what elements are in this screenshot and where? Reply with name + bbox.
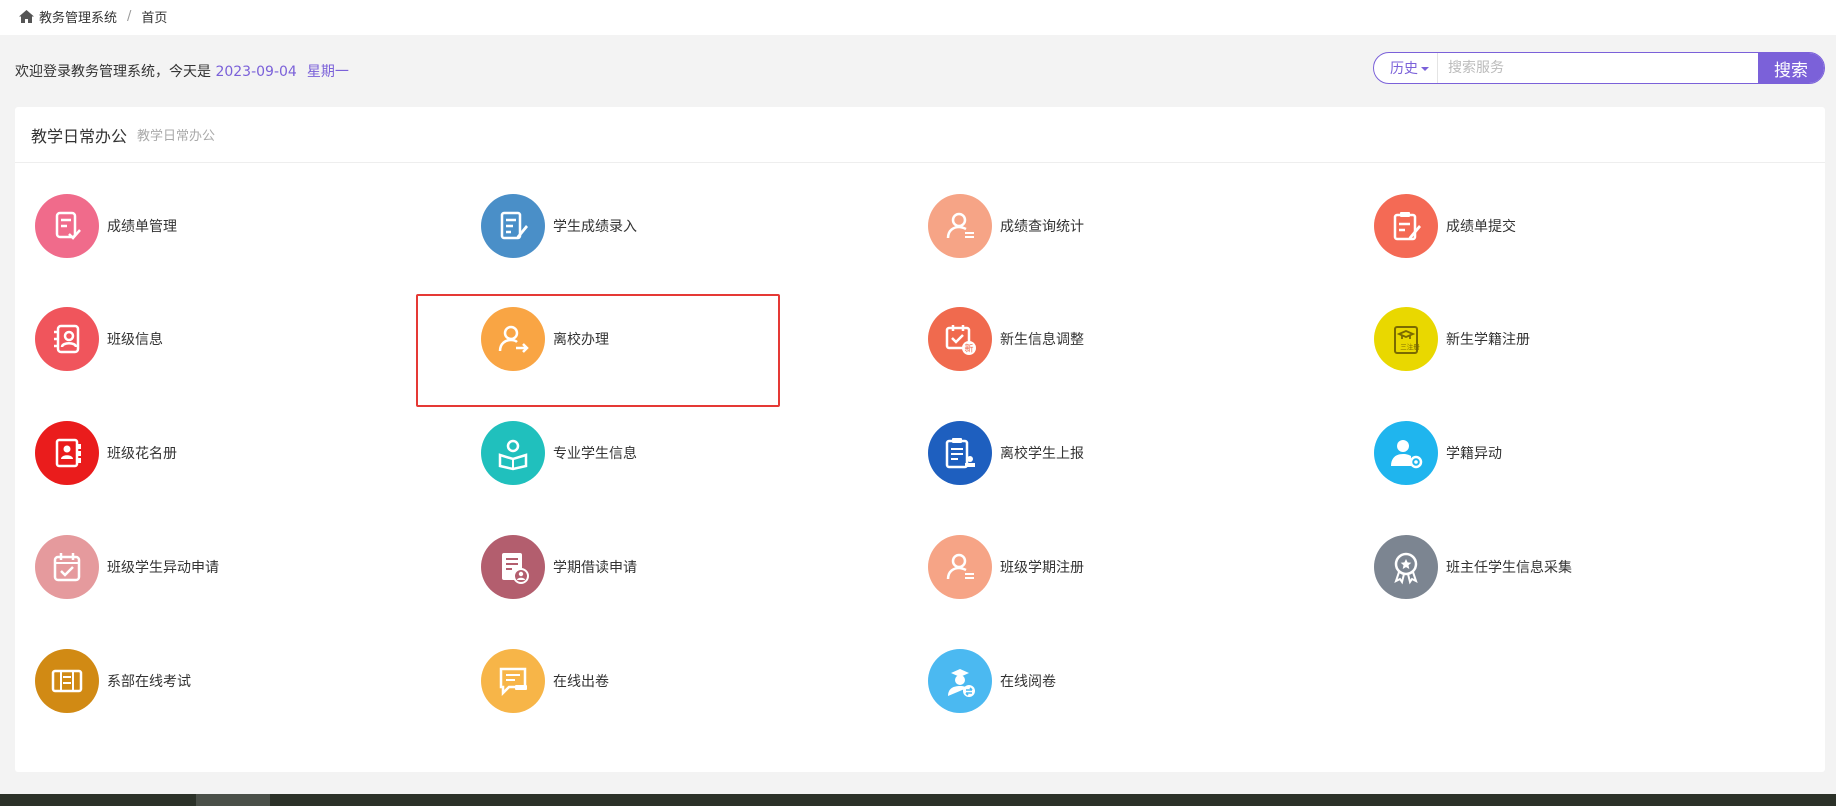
top-bar: 教务管理系统 / 首页 [0, 0, 1836, 35]
service-tile-label: 离校学生上报 [1000, 446, 1084, 462]
student-book-icon [481, 421, 545, 485]
search-button[interactable]: 搜索 [1758, 53, 1824, 83]
service-tile[interactable]: 系部在线考试 [35, 646, 395, 716]
service-tile-label: 学期借读申请 [553, 560, 637, 576]
graduation-register-icon: 三注册 [1374, 307, 1438, 371]
award-badge-icon [1374, 535, 1438, 599]
report-check-icon [35, 194, 99, 258]
service-tile-label: 系部在线考试 [107, 674, 191, 690]
service-tile-label: 班级学期注册 [1000, 560, 1084, 576]
document-person-icon [481, 535, 545, 599]
service-tile[interactable]: 班级花名册 [35, 418, 395, 488]
search-input[interactable] [1438, 53, 1758, 83]
caret-down-icon [1421, 67, 1429, 71]
history-label: 历史 [1390, 61, 1418, 77]
user-list-icon [928, 535, 992, 599]
chat-pencil-icon [481, 649, 545, 713]
service-tile[interactable]: 新 新生信息调整 [928, 304, 1288, 374]
welcome-message: 欢迎登录教务管理系统，今天是 2023-09-04 星期一 [15, 61, 349, 81]
welcome-prefix: 欢迎登录教务管理系统，今天是 [15, 64, 216, 80]
service-tile[interactable]: 班级学生异动申请 [35, 532, 395, 602]
clipboard-stamp-icon [928, 421, 992, 485]
service-tile-label: 学籍异动 [1446, 446, 1502, 462]
welcome-weekday: 星期一 [306, 64, 349, 80]
service-tile[interactable]: 在线阅卷 [928, 646, 1288, 716]
service-tile[interactable]: 班级学期注册 [928, 532, 1288, 602]
svg-text:三注册: 三注册 [1400, 342, 1420, 351]
service-tile[interactable]: 专业学生信息 [481, 418, 841, 488]
taskbar-item[interactable] [196, 794, 270, 806]
welcome-date: 2023-09-04 [215, 64, 297, 80]
contact-card-icon [35, 307, 99, 371]
service-tile-label: 成绩单提交 [1446, 219, 1516, 235]
service-tile-label: 班级花名册 [107, 446, 177, 462]
breadcrumb-current: 首页 [141, 10, 168, 26]
service-tile-label: 新生信息调整 [1000, 332, 1084, 348]
service-tile-label: 班主任学生信息采集 [1446, 560, 1572, 576]
taskbar [0, 794, 1836, 806]
service-tile[interactable]: 成绩单管理 [35, 191, 395, 261]
breadcrumb: 教务管理系统 / 首页 [18, 6, 167, 26]
service-tile[interactable]: 学生成绩录入 [481, 191, 841, 261]
service-tile-label: 专业学生信息 [553, 446, 637, 462]
service-tile[interactable]: 三注册 新生学籍注册 [1374, 304, 1734, 374]
service-tile[interactable]: 成绩查询统计 [928, 191, 1288, 261]
document-edit-icon [481, 194, 545, 258]
clipboard-edit-icon [1374, 194, 1438, 258]
service-tile-label: 成绩查询统计 [1000, 219, 1084, 235]
svg-text:新: 新 [964, 343, 973, 355]
service-tile[interactable]: 班主任学生信息采集 [1374, 532, 1734, 602]
service-tile-label: 离校办理 [553, 332, 609, 348]
service-tile[interactable]: 学籍异动 [1374, 418, 1734, 488]
service-tile-label: 学生成绩录入 [553, 219, 637, 235]
panel-title: 教学日常办公 [31, 126, 128, 146]
search-box: 历史 搜索 [1373, 52, 1825, 84]
history-dropdown[interactable]: 历史 [1374, 53, 1438, 83]
service-tile-label: 在线阅卷 [1000, 674, 1056, 690]
calendar-check-icon [35, 535, 99, 599]
breadcrumb-separator: / [127, 8, 132, 24]
user-gear-icon [1374, 421, 1438, 485]
user-list-icon [928, 194, 992, 258]
user-leave-icon [481, 307, 545, 371]
teacher-exchange-icon [928, 649, 992, 713]
exam-paper-icon [35, 649, 99, 713]
service-tile[interactable]: 离校学生上报 [928, 418, 1288, 488]
service-tile-label: 班级学生异动申请 [107, 560, 219, 576]
calendar-new-icon: 新 [928, 307, 992, 371]
breadcrumb-system[interactable]: 教务管理系统 [39, 7, 117, 26]
roster-book-icon [35, 421, 99, 485]
service-tile[interactable]: 离校办理 [481, 304, 841, 374]
home-icon[interactable] [18, 9, 35, 24]
service-tile[interactable]: 班级信息 [35, 304, 395, 374]
service-tile-label: 班级信息 [107, 332, 163, 348]
service-tile[interactable]: 学期借读申请 [481, 532, 841, 602]
service-tile[interactable]: 在线出卷 [481, 646, 841, 716]
daily-office-panel: 教学日常办公 教学日常办公 成绩单管理 学生成绩录入 成绩查询统计 成绩单提交班级信息… [15, 107, 1825, 772]
service-tile-label: 在线出卷 [553, 674, 609, 690]
service-tile-label: 成绩单管理 [107, 219, 177, 235]
panel-subtitle: 教学日常办公 [137, 129, 216, 144]
service-tile-label: 新生学籍注册 [1446, 332, 1530, 348]
service-tile[interactable]: 成绩单提交 [1374, 191, 1734, 261]
panel-header: 教学日常办公 教学日常办公 [15, 107, 1825, 163]
